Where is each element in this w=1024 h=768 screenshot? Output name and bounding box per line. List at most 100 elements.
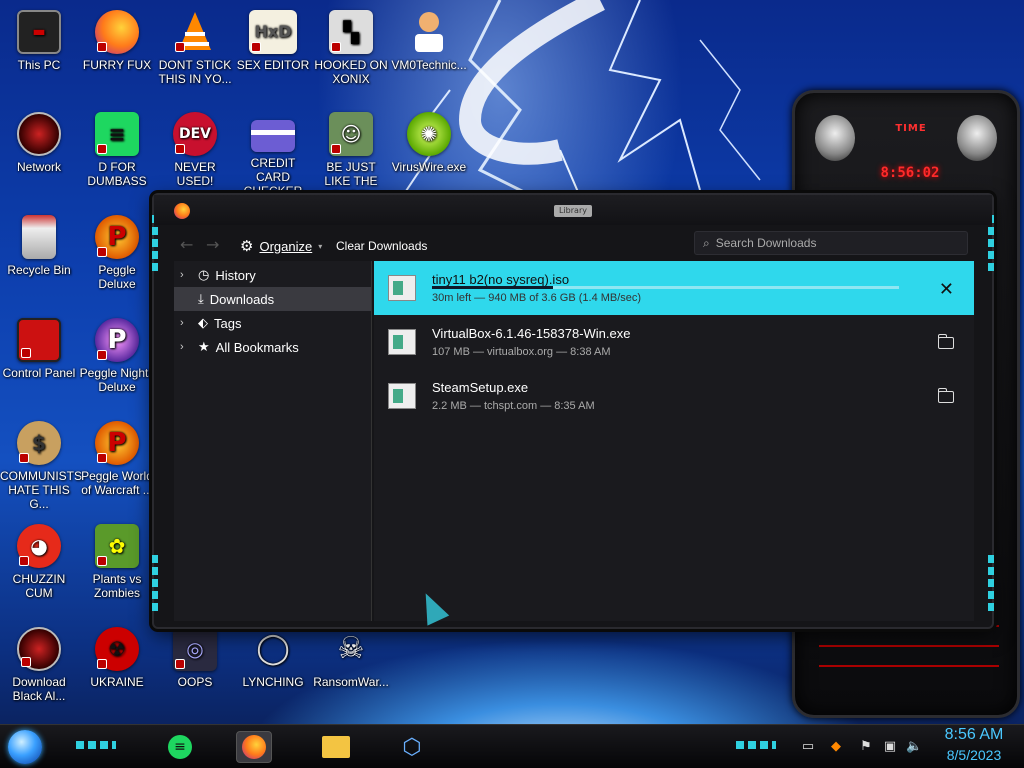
tray-app-icon[interactable]: ◆ xyxy=(828,739,844,755)
desktop-icon-label: VM0Technic... xyxy=(391,58,467,72)
taskbar-clock-time[interactable]: 8:56 AM xyxy=(932,726,1016,744)
desktop-icon-label: FURRY FUX xyxy=(82,58,152,72)
firefox-icon xyxy=(95,10,139,54)
open-folder-icon[interactable] xyxy=(938,388,954,403)
sidebar-item-history[interactable]: › ◷ History xyxy=(174,263,371,287)
chevron-right-icon[interactable]: › xyxy=(180,269,192,281)
desktop-icon-peggle[interactable]: P Peggle Deluxe xyxy=(78,215,156,291)
money-bag-icon: $ xyxy=(17,421,61,465)
taskbar-firefox-button[interactable] xyxy=(236,731,272,763)
desktop-icon-peggle-nights[interactable]: P Peggle Nights Deluxe xyxy=(78,318,156,394)
noose-icon: ◯ xyxy=(256,631,290,666)
firefox-icon xyxy=(242,735,266,759)
back-arrow-icon[interactable]: ← xyxy=(180,235,193,254)
skull-icon: ☠ xyxy=(337,631,365,666)
desktop-icon-vm0technic[interactable]: VM0Technic... xyxy=(390,10,468,72)
sidebar-item-all-bookmarks[interactable]: › ★ All Bookmarks xyxy=(174,335,371,359)
desktop-icon-communists[interactable]: $ COMMUNISTS HATE THIS G... xyxy=(0,421,82,511)
start-button[interactable] xyxy=(8,730,42,764)
desktop-icon-label: Plants vs Zombies xyxy=(92,572,142,600)
chevron-down-icon: ▾ xyxy=(318,241,323,251)
desktop-icon-label: COMMUNISTS HATE THIS G... xyxy=(0,469,82,511)
tray-network-icon[interactable]: ▣ xyxy=(882,739,898,755)
download-row[interactable]: VirtualBox-6.1.46-158378-Win.exe 107 MB … xyxy=(374,315,974,369)
download-name: VirtualBox-6.1.46-158378-Win.exe xyxy=(432,326,631,341)
download-status: 107 MB — virtualbox.org — 8:38 AM xyxy=(432,346,611,358)
open-folder-icon[interactable] xyxy=(938,334,954,349)
sidebar-item-label: All Bookmarks xyxy=(215,339,299,355)
download-row-active[interactable]: tiny11 b2(no sysreq).iso 30m left — 940 … xyxy=(374,261,974,315)
tray-chevron-icon[interactable]: ▭ xyxy=(800,739,816,755)
devcpp-icon: DEV xyxy=(173,112,217,156)
desktop-icon-never-used[interactable]: DEV NEVER USED! xyxy=(156,112,234,188)
desktop-icon-label: Peggle Nights Deluxe xyxy=(79,366,155,394)
download-row[interactable]: SteamSetup.exe 2.2 MB — tchspt.com — 8:3… xyxy=(374,369,974,423)
desktop-icon-dont-stick[interactable]: DONT STICK THIS IN YO... xyxy=(156,10,234,86)
desktop-icon-control-panel[interactable]: Control Panel xyxy=(0,318,78,380)
desktop-icon-label: OOPS xyxy=(177,675,213,689)
desktop-icon-credit-card[interactable]: CREDIT CARD CHECKER xyxy=(234,112,312,198)
desktop-icon-dude[interactable]: ☺ BE JUST LIKE THE DUDE! xyxy=(312,112,390,202)
search-downloads-box[interactable]: ⌕ xyxy=(694,231,968,255)
taskbar-green-app-button[interactable]: ≡ xyxy=(162,731,198,763)
desktop-icon-recycle-bin[interactable]: Recycle Bin xyxy=(0,215,78,277)
window-title: Library xyxy=(554,205,592,217)
disc-image-file-icon xyxy=(388,275,416,301)
taskbar-explorer-button[interactable] xyxy=(318,731,354,763)
desktop-icon-xonix[interactable]: ▚ HOOKED ON XONIX xyxy=(312,10,390,86)
sidebar-item-tags[interactable]: › ⬖ Tags xyxy=(174,311,371,335)
desktop-icon-download-alien[interactable]: Download Black Al... xyxy=(0,627,78,703)
organize-button[interactable]: ⚙ Organize ▾ xyxy=(240,235,322,257)
desktop-icon-peggle-wow[interactable]: P Peggle World of Warcraft ... xyxy=(78,421,156,497)
desktop-icon-ransomware[interactable]: ☠ RansomWar... xyxy=(312,627,390,690)
clear-downloads-label: Clear Downloads xyxy=(336,239,428,253)
xonix-game-icon: ▚ xyxy=(329,10,373,54)
desktop-icon-label: HOOKED ON XONIX xyxy=(314,58,388,86)
vlc-cone-icon xyxy=(173,10,217,54)
desktop-icon-label: Download Black Al... xyxy=(12,675,66,703)
executable-file-icon xyxy=(388,383,416,409)
desktop-icon-label: UKRAINE xyxy=(90,675,144,689)
forward-arrow-icon[interactable]: → xyxy=(206,235,219,254)
desktop-icon-label: CREDIT CARD CHECKER xyxy=(243,156,303,198)
desktop-icon-furry-fux[interactable]: FURRY FUX xyxy=(78,10,156,72)
control-panel-icon xyxy=(17,318,61,362)
taskbar-virtualbox-button[interactable]: ⬡ xyxy=(394,731,430,763)
taskbar-deco xyxy=(736,741,776,749)
desktop-icon-oops[interactable]: ◎ OOPS xyxy=(156,627,234,689)
desktop-icon-sex-editor[interactable]: HxD SEX EDITOR xyxy=(234,10,312,72)
chevron-right-icon[interactable]: › xyxy=(180,341,192,353)
desktop-icon-chuzzle[interactable]: ◕ CHUZZIN CUM xyxy=(0,524,78,600)
cancel-download-icon[interactable]: ✕ xyxy=(939,279,954,300)
desktop-icon-viruswire[interactable]: ✺ VirusWire.exe xyxy=(390,112,468,174)
sidebar-item-downloads[interactable]: ⤓ Downloads xyxy=(174,287,371,311)
sidebar-item-label: Tags xyxy=(214,315,242,331)
tray-flag-icon[interactable]: ⚑ xyxy=(858,739,874,755)
window-edge-deco xyxy=(152,555,158,615)
desktop-icon-this-pc[interactable]: ▬ This PC xyxy=(0,10,78,72)
chevron-right-icon[interactable]: › xyxy=(180,317,192,329)
desktop-icon-ukraine[interactable]: ☢ UKRAINE xyxy=(78,627,156,689)
alien-download-icon xyxy=(17,627,61,671)
search-downloads-input[interactable] xyxy=(715,236,956,250)
download-name: SteamSetup.exe xyxy=(432,380,529,395)
download-status: 2.2 MB — tchspt.com — 8:35 AM xyxy=(432,400,595,412)
spotify-like-icon: ≡ xyxy=(95,112,139,156)
hxd-editor-icon: HxD xyxy=(249,10,297,54)
downloads-list: tiny11 b2(no sysreq).iso 30m left — 940 … xyxy=(374,261,974,621)
desktop-icon-label: Peggle World of Warcraft ... xyxy=(81,469,153,497)
desktop-icon-network[interactable]: Network xyxy=(0,112,78,174)
desktop-icon-plants-zombies[interactable]: ✿ Plants vs Zombies xyxy=(78,524,156,600)
title-bar[interactable]: Library xyxy=(154,195,992,225)
desktop-icon-lynching[interactable]: ◯ LYNCHING xyxy=(234,627,312,690)
taskbar-clock-date[interactable]: 8/5/2023 xyxy=(932,747,1016,763)
tray-volume-icon[interactable]: 🔈 xyxy=(906,739,922,755)
clear-downloads-button[interactable]: Clear Downloads xyxy=(336,235,427,257)
executable-file-icon xyxy=(388,329,416,355)
monitor-icon: ▬ xyxy=(17,10,61,54)
desktop-icon-d-for[interactable]: ≡ D FOR DUMBASS xyxy=(78,112,156,188)
peggle-wow-icon: P xyxy=(95,421,139,465)
doctor-icon xyxy=(407,10,451,54)
download-name: tiny11 b2(no sysreq).iso xyxy=(432,272,570,287)
library-window[interactable]: Library ← → ⚙ Organize ▾ Clear Downloads… xyxy=(152,193,994,629)
